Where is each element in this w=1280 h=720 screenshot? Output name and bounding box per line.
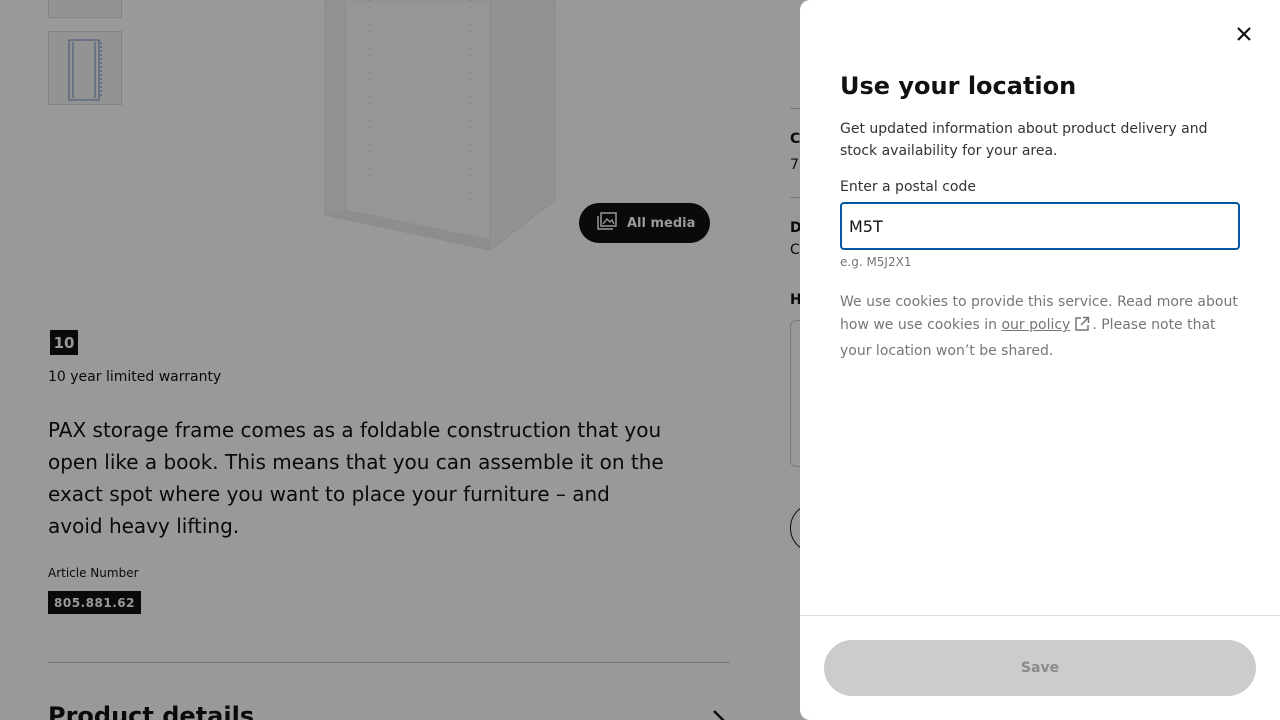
postal-code-hint: e.g. M5J2X1 — [840, 255, 912, 269]
postal-code-label: Enter a postal code — [840, 179, 976, 195]
cookie-notice: We use cookies to provide this service. … — [840, 291, 1240, 363]
modal-description: Get updated information about product de… — [840, 121, 1208, 159]
modal-title: Use your location — [840, 72, 1077, 100]
postal-code-input[interactable] — [840, 202, 1240, 250]
external-link-icon[interactable] — [1074, 316, 1090, 340]
close-button[interactable] — [1226, 18, 1262, 54]
save-button[interactable]: Save — [824, 640, 1256, 696]
modal-footer-divider — [800, 615, 1280, 616]
policy-link[interactable]: our policy — [1001, 317, 1070, 333]
close-icon — [1236, 26, 1252, 46]
